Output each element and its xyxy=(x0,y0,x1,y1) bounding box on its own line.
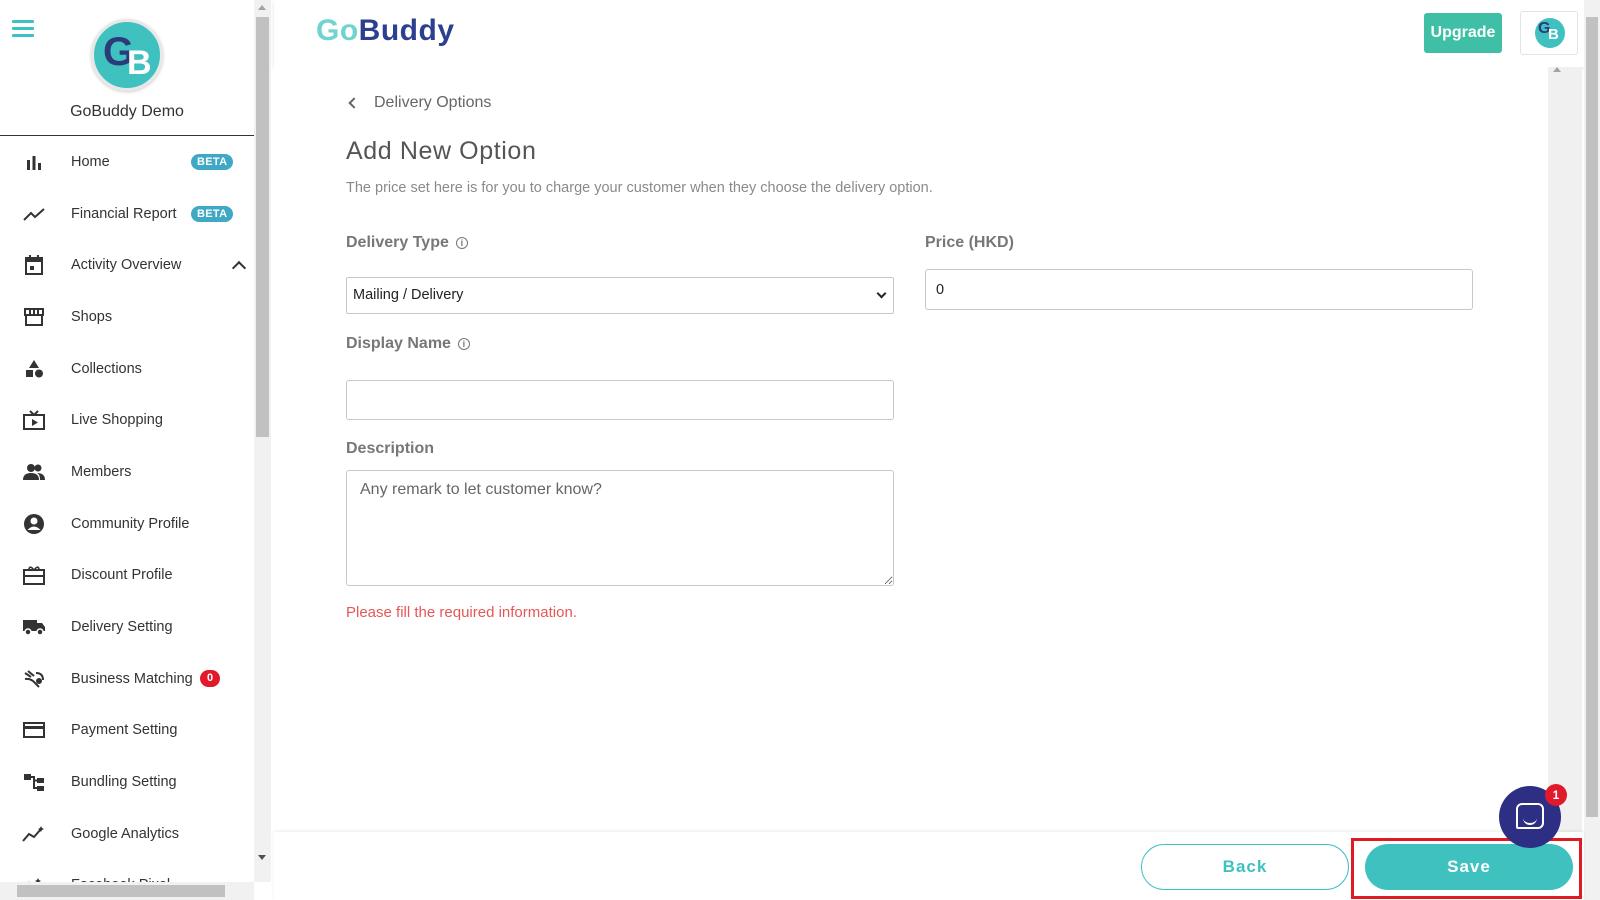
chevron-left-icon xyxy=(348,97,360,109)
sidebar-item-label: Financial Report xyxy=(71,205,177,222)
sidebar-item-delivery-setting[interactable]: Delivery Setting xyxy=(0,601,254,653)
description-textarea[interactable] xyxy=(346,470,894,586)
sidebar-item-label: Live Shopping xyxy=(71,412,163,429)
delivery-type-label: Delivery Type i xyxy=(346,234,468,252)
analytics-icon xyxy=(22,822,46,846)
sidebar-item-members[interactable]: Members xyxy=(0,446,254,498)
sidebar-menu: Home BETA Financial Report BETA Activity… xyxy=(0,136,254,900)
sidebar-item-collections[interactable]: Collections xyxy=(0,343,254,395)
scroll-up-arrow-icon[interactable] xyxy=(1553,67,1561,72)
info-icon[interactable]: i xyxy=(457,338,470,350)
sidebar-item-home[interactable]: Home BETA xyxy=(0,136,254,188)
handshake-icon xyxy=(22,667,46,691)
notification-count-badge: 0 xyxy=(200,670,220,688)
breadcrumb[interactable]: Delivery Options xyxy=(348,94,492,112)
calendar-icon xyxy=(22,253,46,277)
beta-badge: BETA xyxy=(191,153,234,170)
live-tv-icon xyxy=(22,408,46,432)
sidebar-item-label: Home xyxy=(71,153,110,170)
sidebar-item-label: Members xyxy=(71,463,132,480)
sidebar-item-shops[interactable]: Shops xyxy=(0,291,254,343)
breadcrumb-label: Delivery Options xyxy=(374,94,492,111)
sidebar-item-discount-profile[interactable]: Discount Profile xyxy=(0,550,254,602)
main-content: Delivery Options Add New Option The pric… xyxy=(274,67,1548,832)
save-button[interactable]: Save xyxy=(1365,844,1573,890)
chat-icon xyxy=(1516,803,1544,829)
sidebar-item-label: Community Profile xyxy=(71,515,190,532)
description-label: Description xyxy=(346,440,434,458)
sidebar-item-community-profile[interactable]: Community Profile xyxy=(0,498,254,550)
chevron-down-icon xyxy=(876,288,887,299)
scrollbar-thumb[interactable] xyxy=(1586,17,1598,817)
display-name-input[interactable] xyxy=(346,380,894,420)
scrollbar-thumb[interactable] xyxy=(256,17,269,437)
page-title: Add New Option xyxy=(346,137,537,165)
shapes-icon xyxy=(22,357,46,381)
price-input[interactable] xyxy=(925,269,1473,310)
sidebar-item-financial-report[interactable]: Financial Report BETA xyxy=(0,188,254,240)
display-name-label: Display Name i xyxy=(346,335,470,353)
footer-action-bar: Back Save xyxy=(274,832,1584,900)
sidebar-item-label: Business Matching xyxy=(71,670,193,687)
sidebar-item-business-matching[interactable]: Business Matching 0 xyxy=(0,653,254,705)
display-name-label-text: Display Name xyxy=(346,335,451,352)
sidebar-item-label: Bundling Setting xyxy=(71,774,177,791)
upgrade-button[interactable]: Upgrade xyxy=(1424,13,1502,53)
sidebar-item-label: Google Analytics xyxy=(71,825,180,842)
sidebar-item-google-analytics[interactable]: Google Analytics xyxy=(0,808,254,860)
chat-notification-badge: 1 xyxy=(1545,784,1567,806)
brand-buddy: Buddy xyxy=(358,14,455,47)
delivery-type-select[interactable]: Mailing / Delivery xyxy=(346,277,894,314)
avatar-initial-b: B xyxy=(127,44,152,82)
back-button[interactable]: Back xyxy=(1141,844,1349,890)
store-icon xyxy=(22,305,46,329)
sidebar-item-label: Shops xyxy=(71,308,113,325)
org-avatar: G B xyxy=(91,19,163,91)
content-scrollbar[interactable] xyxy=(1548,67,1582,832)
trend-line-icon xyxy=(22,202,46,226)
truck-icon xyxy=(22,615,46,639)
sidebar-item-live-shopping[interactable]: Live Shopping xyxy=(0,394,254,446)
brand-go: Go xyxy=(316,14,359,47)
user-avatar-button[interactable]: G B xyxy=(1520,11,1578,55)
error-message: Please fill the required information. xyxy=(346,604,577,621)
sidebar-item-label: Payment Setting xyxy=(71,722,178,739)
sidebar-item-label: Delivery Setting xyxy=(71,619,173,636)
account-tree-icon xyxy=(22,770,46,794)
avatar-initial-b: B xyxy=(1548,26,1559,43)
sidebar-item-label: Activity Overview xyxy=(71,257,182,274)
chevron-up-icon[interactable] xyxy=(231,261,247,276)
page-description: The price set here is for you to charge … xyxy=(346,180,933,196)
people-icon xyxy=(22,460,46,484)
credit-card-icon xyxy=(22,718,46,742)
info-icon[interactable]: i xyxy=(455,237,468,249)
avatar: G B xyxy=(1535,18,1565,48)
sidebar-horizontal-scrollbar[interactable] xyxy=(0,882,254,900)
scroll-up-arrow-icon[interactable] xyxy=(258,5,266,10)
beta-badge: BETA xyxy=(191,205,234,222)
org-name: GoBuddy Demo xyxy=(70,103,184,120)
sidebar: G B GoBuddy Demo Home BETA Financial Rep… xyxy=(0,0,254,900)
window-scrollbar[interactable] xyxy=(1584,0,1600,900)
scrollbar-thumb[interactable] xyxy=(17,885,225,897)
bar-chart-icon xyxy=(22,150,46,174)
sidebar-item-activity-overview[interactable]: Activity Overview xyxy=(0,239,254,291)
sidebar-item-bundling-setting[interactable]: Bundling Setting xyxy=(0,756,254,808)
sidebar-scrollbar[interactable] xyxy=(254,0,271,882)
account-circle-icon xyxy=(22,512,46,536)
top-bar: GoBuddy Upgrade G B xyxy=(274,0,1584,67)
sidebar-item-payment-setting[interactable]: Payment Setting xyxy=(0,705,254,757)
description-label-text: Description xyxy=(346,440,435,457)
sidebar-item-label: Collections xyxy=(71,360,142,377)
delivery-type-label-text: Delivery Type xyxy=(346,234,449,251)
sidebar-item-label: Discount Profile xyxy=(71,567,173,584)
hamburger-menu-icon[interactable] xyxy=(12,20,34,38)
delivery-type-value: Mailing / Delivery xyxy=(353,287,464,303)
brand-logo[interactable]: GoBuddy xyxy=(316,14,455,48)
price-label: Price (HKD) xyxy=(925,234,1014,252)
price-label-text: Price (HKD) xyxy=(925,234,1014,251)
gift-card-icon xyxy=(22,563,46,587)
scroll-down-arrow-icon[interactable] xyxy=(258,855,266,860)
